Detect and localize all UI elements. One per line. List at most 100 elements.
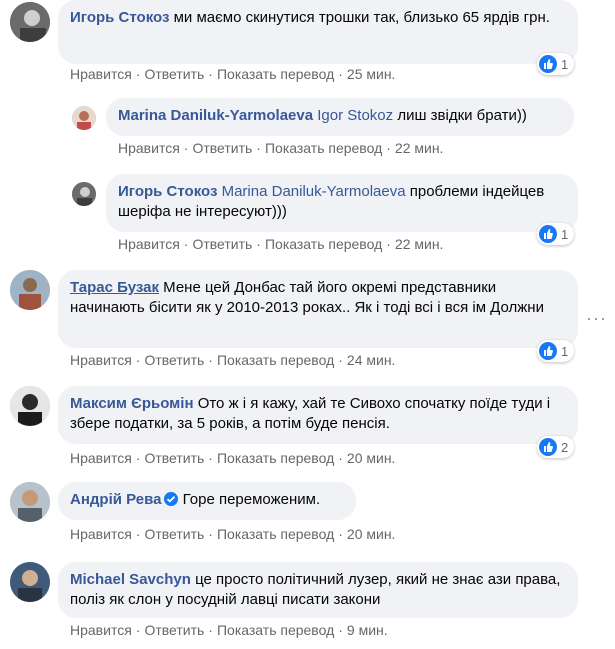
translate-button[interactable]: Показать перевод (217, 450, 334, 466)
comment-bubble: Андрій Рева Горе переможеним. (58, 482, 356, 520)
timestamp[interactable]: 9 мин. (347, 622, 388, 638)
comment-bubble: Максим Єрьомін Ото ж і я кажу, хай те Си… (58, 386, 578, 444)
separator: · (135, 352, 141, 368)
avatar-image (10, 482, 50, 522)
comment-author[interactable]: Игорь Стокоз (118, 183, 217, 200)
avatar-image (10, 2, 50, 42)
separator: · (208, 622, 213, 638)
avatar-image (10, 562, 50, 602)
avatar[interactable] (72, 182, 96, 206)
separator: · (338, 352, 343, 368)
comment-author[interactable]: Максим Єрьомін (70, 395, 194, 412)
avatar-image (10, 270, 50, 310)
like-button[interactable]: Нравится (70, 352, 132, 368)
translate-button[interactable]: Показать перевод (265, 236, 382, 252)
comment-bubble: Michael Savchyn це просто політичний луз… (58, 562, 578, 618)
separator: · (208, 526, 213, 542)
comment-actions: Нравится · Ответить · Показать перевод · 20 ми… (70, 450, 395, 466)
reaction-count[interactable]: 2 (537, 436, 575, 458)
comment-bubble: Игорь Стокоз ми маємо скинутися трошки т… (58, 0, 578, 64)
comment-bubble: Marina Daniluk-Yarmolaeva Igor Stokoz ли… (106, 98, 574, 136)
avatar-image (72, 106, 96, 130)
timestamp[interactable]: 24 мин. (347, 352, 396, 368)
separator: · (208, 66, 213, 82)
timestamp[interactable]: 22 мин. (395, 236, 444, 252)
comment-author[interactable]: Тарас Бузак (70, 279, 159, 296)
comment-actions: Нравится · Ответить · Показать перевод · 25 ми… (70, 66, 395, 82)
reply-button[interactable]: Ответить (192, 236, 252, 252)
avatar-image (10, 386, 50, 426)
avatar[interactable] (10, 386, 50, 426)
timestamp[interactable]: 25 мин. (347, 66, 396, 82)
reply-button[interactable]: Ответить (144, 526, 204, 542)
reaction-count[interactable]: 1 (537, 223, 575, 245)
timestamp[interactable]: 20 мин. (347, 450, 396, 466)
translate-button[interactable]: Показать перевод (265, 140, 382, 156)
comment-actions: Нравится · Ответить · Показать перевод · 24 ми… (70, 352, 395, 368)
comment-author[interactable]: Michael Savchyn (70, 571, 191, 588)
separator: · (208, 352, 213, 368)
comment-text: ми маємо скинутися трошки так, близько 6… (173, 9, 550, 26)
separator: · (135, 66, 141, 82)
separator: · (135, 622, 141, 638)
separator: · (183, 140, 189, 156)
like-icon (539, 55, 557, 73)
comment-bubble: Игорь Стокоз Marina Daniluk-Yarmolaeva п… (106, 174, 578, 232)
avatar-image (72, 182, 96, 206)
avatar[interactable] (72, 106, 96, 130)
avatar[interactable] (10, 270, 50, 310)
more-options-icon[interactable]: ··· (586, 308, 607, 329)
avatar[interactable] (10, 562, 50, 602)
comment-author[interactable]: Игорь Стокоз (70, 9, 169, 26)
separator: · (256, 140, 261, 156)
like-count: 2 (561, 439, 569, 455)
like-button[interactable]: Нравится (118, 236, 180, 252)
separator: · (208, 450, 213, 466)
comment-text: Горе переможеним. (182, 491, 321, 508)
translate-button[interactable]: Показать перевод (217, 526, 334, 542)
comment-bubble: Тарас Бузак Мене цей Донбас тай його окр… (58, 270, 578, 348)
like-button[interactable]: Нравится (70, 622, 132, 638)
comment-author[interactable]: Marina Daniluk-Yarmolaeva (118, 107, 313, 124)
separator: · (135, 526, 141, 542)
like-count: 1 (561, 226, 569, 242)
comment-actions: Нравится · Ответить · Показать перевод · 22 ми… (118, 140, 443, 156)
comment-text: лиш звідки брати)) (397, 107, 527, 124)
like-button[interactable]: Нравится (70, 450, 132, 466)
like-icon (539, 342, 557, 360)
like-count: 1 (561, 343, 569, 359)
like-button[interactable]: Нравится (70, 66, 132, 82)
reply-button[interactable]: Ответить (144, 622, 204, 638)
like-button[interactable]: Нравится (118, 140, 180, 156)
comment-actions: Нравится · Ответить · Показать перевод · 20 ми… (70, 526, 395, 542)
verified-badge-icon (164, 492, 179, 506)
mention[interactable]: Marina Daniluk-Yarmolaeva (222, 183, 406, 200)
reply-button[interactable]: Ответить (144, 450, 204, 466)
reaction-count[interactable]: 1 (537, 340, 575, 362)
reply-button[interactable]: Ответить (192, 140, 252, 156)
reply-button[interactable]: Ответить (144, 352, 204, 368)
timestamp[interactable]: 22 мин. (395, 140, 444, 156)
translate-button[interactable]: Показать перевод (217, 66, 334, 82)
avatar[interactable] (10, 2, 50, 42)
reply-button[interactable]: Ответить (144, 66, 204, 82)
like-count: 1 (561, 56, 569, 72)
translate-button[interactable]: Показать перевод (217, 352, 334, 368)
separator: · (183, 236, 189, 252)
comment-author[interactable]: Андрій Рева (70, 491, 161, 508)
separator: · (256, 236, 261, 252)
mention[interactable]: Igor Stokoz (317, 107, 393, 124)
separator: · (386, 140, 391, 156)
avatar[interactable] (10, 482, 50, 522)
like-button[interactable]: Нравится (70, 526, 132, 542)
translate-button[interactable]: Показать перевод (217, 622, 334, 638)
separator: · (338, 622, 343, 638)
like-icon (539, 225, 557, 243)
separator: · (338, 450, 343, 466)
timestamp[interactable]: 20 мин. (347, 526, 396, 542)
separator: · (338, 66, 343, 82)
reaction-count[interactable]: 1 (537, 53, 575, 75)
comment-actions: Нравится · Ответить · Показать перевод · 22 ми… (118, 236, 443, 252)
like-icon (539, 438, 557, 456)
comment-actions: Нравится · Ответить · Показать перевод · 9 мин… (70, 622, 388, 638)
